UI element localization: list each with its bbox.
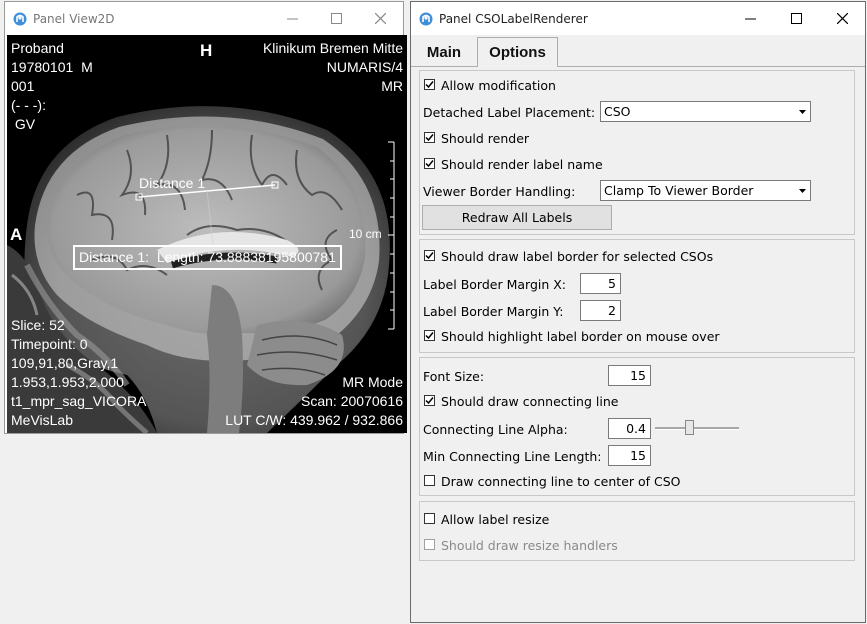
scale-label: 10 cm bbox=[349, 227, 382, 241]
maximize-icon bbox=[330, 13, 342, 24]
check-icon bbox=[425, 397, 434, 405]
min-connecting-line-length-input[interactable]: 15 bbox=[608, 445, 651, 466]
connecting-line-alpha-input[interactable]: 0.4 bbox=[608, 418, 651, 439]
redraw-all-labels-button[interactable]: Redraw All Labels bbox=[422, 205, 612, 230]
draw-connecting-line-label[interactable]: Should draw connecting line bbox=[441, 394, 618, 409]
lut-info: LUT C/W: 439.962 / 932.866 bbox=[225, 412, 403, 428]
font-size-input[interactable]: 15 bbox=[608, 365, 651, 386]
scale-bar bbox=[388, 141, 395, 330]
patient-birth-sex: 19780101 M bbox=[11, 59, 93, 75]
maximize-button[interactable] bbox=[313, 2, 359, 35]
check-icon bbox=[425, 252, 434, 260]
mr-mode: MR Mode bbox=[342, 374, 403, 390]
cso-label-renderer-window: Panel CSOLabelRenderer Main Options Allo… bbox=[410, 1, 866, 623]
distance-name-label: Distance 1 bbox=[139, 175, 206, 191]
slider-track bbox=[655, 427, 739, 430]
allow-modification-checkbox[interactable] bbox=[424, 79, 435, 90]
font-size-label: Font Size: bbox=[423, 369, 485, 384]
highlight-border-label[interactable]: Should highlight label border on mouse o… bbox=[441, 329, 720, 344]
gv-info: GV bbox=[11, 116, 36, 132]
draw-resize-handlers-checkbox bbox=[424, 539, 435, 550]
mevislab-app-icon bbox=[13, 12, 27, 26]
viewer-border-handling-value: Clamp To Viewer Border bbox=[604, 183, 754, 198]
tab-main[interactable]: Main bbox=[413, 37, 475, 67]
margin-x-input[interactable]: 5 bbox=[580, 273, 621, 294]
should-render-checkbox[interactable] bbox=[424, 132, 435, 143]
close-button[interactable] bbox=[357, 2, 403, 35]
distance-length-label[interactable]: Distance 1: Length: 73.88838195800781 bbox=[73, 245, 342, 270]
minimize-icon bbox=[744, 18, 756, 20]
draw-connecting-line-checkbox[interactable] bbox=[424, 395, 435, 406]
chevron-down-icon bbox=[794, 181, 810, 200]
connecting-line-alpha-label: Connecting Line Alpha: bbox=[423, 422, 568, 437]
draw-to-center-checkbox[interactable] bbox=[424, 475, 435, 486]
image-viewer[interactable]: Proband 19780101 M 001 (- - -): GV H A K… bbox=[7, 35, 407, 433]
check-icon bbox=[425, 332, 434, 340]
check-icon bbox=[425, 81, 434, 89]
minimize-icon bbox=[286, 18, 298, 20]
scan-date: Scan: 20070616 bbox=[301, 393, 403, 409]
allow-label-resize-checkbox[interactable] bbox=[424, 513, 435, 524]
allow-label-resize-label[interactable]: Allow label resize bbox=[441, 512, 549, 527]
margin-x-label: Label Border Margin X: bbox=[423, 277, 567, 292]
tab-bar: Main Options bbox=[411, 35, 865, 67]
margin-y-label: Label Border Margin Y: bbox=[423, 304, 564, 319]
modality: MR bbox=[381, 78, 403, 94]
draw-to-center-label[interactable]: Draw connecting line to center of CSO bbox=[441, 474, 681, 489]
view2d-title: Panel View2D bbox=[33, 12, 115, 26]
timepoint-info: Timepoint: 0 bbox=[11, 336, 88, 352]
close-button[interactable] bbox=[819, 2, 865, 35]
slider-thumb[interactable] bbox=[685, 420, 694, 435]
view2d-window: Panel View2D Proband 19780101 M 001 (- -… bbox=[4, 1, 407, 434]
minimize-button[interactable] bbox=[269, 2, 315, 35]
should-render-label-name-checkbox[interactable] bbox=[424, 158, 435, 169]
tab-options[interactable]: Options bbox=[477, 37, 558, 67]
minimize-button[interactable] bbox=[727, 2, 773, 35]
scanner-model: NUMARIS/4 bbox=[326, 59, 403, 75]
detached-label-placement-select[interactable]: CSO bbox=[600, 101, 811, 122]
should-render-label[interactable]: Should render bbox=[441, 131, 529, 146]
close-icon bbox=[836, 13, 848, 24]
viewer-border-handling-select[interactable]: Clamp To Viewer Border bbox=[600, 180, 811, 201]
options-content: Allow modification Detached Label Placem… bbox=[411, 67, 865, 622]
software-name: MeVisLab bbox=[11, 412, 74, 428]
chevron-down-icon bbox=[794, 102, 810, 121]
orientation-anterior: A bbox=[10, 225, 23, 244]
draw-label-border-label[interactable]: Should draw label border for selected CS… bbox=[441, 249, 713, 264]
draw-label-border-checkbox[interactable] bbox=[424, 250, 435, 261]
min-connecting-line-length-label: Min Connecting Line Length: bbox=[423, 449, 602, 464]
detached-label-placement-value: CSO bbox=[604, 104, 631, 119]
cso-titlebar: Panel CSOLabelRenderer bbox=[411, 2, 865, 35]
detached-label-placement-label: Detached Label Placement: bbox=[423, 105, 596, 120]
should-render-label-name-label[interactable]: Should render label name bbox=[441, 157, 603, 172]
institution-name: Klinikum Bremen Mitte bbox=[262, 40, 403, 56]
maximize-icon bbox=[790, 13, 802, 24]
check-icon bbox=[425, 134, 434, 142]
check-icon bbox=[425, 160, 434, 168]
voxel-info: 109,91,80,Gray,1 bbox=[11, 355, 119, 371]
view2d-titlebar: Panel View2D bbox=[5, 2, 403, 35]
draw-resize-handlers-label: Should draw resize handlers bbox=[441, 538, 618, 553]
close-icon bbox=[374, 13, 386, 24]
orientation-head: H bbox=[200, 41, 213, 60]
mevislab-app-icon bbox=[419, 12, 433, 26]
connecting-line-alpha-slider[interactable] bbox=[655, 419, 739, 439]
highlight-border-checkbox[interactable] bbox=[424, 330, 435, 341]
voxel-size: 1.953,1.953,2.000 bbox=[11, 374, 124, 390]
slice-info: Slice: 52 bbox=[11, 317, 65, 333]
maximize-button[interactable] bbox=[773, 2, 819, 35]
allow-modification-label[interactable]: Allow modification bbox=[441, 78, 556, 93]
series-name: t1_mpr_sag_VICORA bbox=[11, 393, 147, 409]
viewer-border-handling-label: Viewer Border Handling: bbox=[423, 184, 576, 199]
window-info: (- - -): bbox=[11, 97, 46, 113]
patient-id: 001 bbox=[11, 78, 35, 94]
margin-y-input[interactable]: 2 bbox=[580, 300, 621, 321]
cso-title: Panel CSOLabelRenderer bbox=[439, 12, 588, 26]
patient-name: Proband bbox=[11, 40, 64, 56]
